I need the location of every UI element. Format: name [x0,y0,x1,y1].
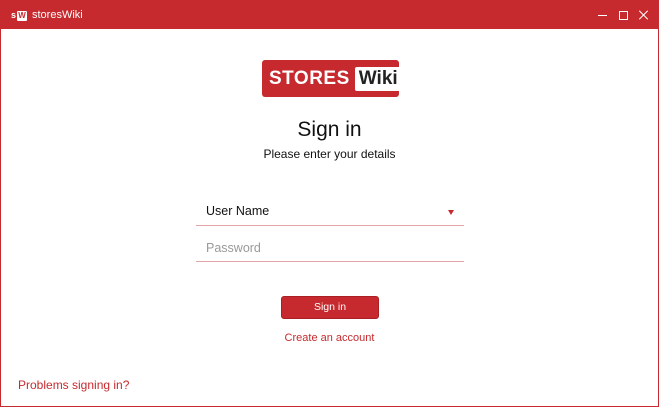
stores-wiki-logo: STORES Wiki [262,60,402,97]
window-title: storesWiki [32,9,83,21]
create-account-link[interactable]: Create an account [1,332,658,345]
password-field[interactable] [196,234,464,262]
close-button[interactable] [633,1,655,29]
maximize-button[interactable] [612,1,634,29]
username-dropdown[interactable]: User Name [196,198,464,226]
app-icon: s W [11,10,28,21]
username-value: User Name [206,204,270,218]
minimize-icon [597,14,607,16]
maximize-icon [618,10,628,20]
page-title: Sign in [297,118,362,141]
app-icon-letter-w: W [17,10,28,21]
title-bar[interactable]: s W storesWiki [1,1,658,29]
page-subtitle: Please enter your details [263,147,396,161]
sign-in-button[interactable]: Sign in [281,296,379,319]
logo-stores-text: STORES [269,67,350,89]
caret-down-icon [448,210,454,215]
logo-wiki-text: Wiki [354,66,402,91]
minimize-button[interactable] [591,1,613,29]
problems-signing-in-link[interactable]: Problems signing in? [18,378,129,392]
app-window: s W storesWiki STORES Wiki Sign in Pleas… [0,0,659,407]
app-icon-letter-s: s [11,10,17,20]
close-icon [639,10,649,20]
password-field-wrapper [196,234,464,262]
